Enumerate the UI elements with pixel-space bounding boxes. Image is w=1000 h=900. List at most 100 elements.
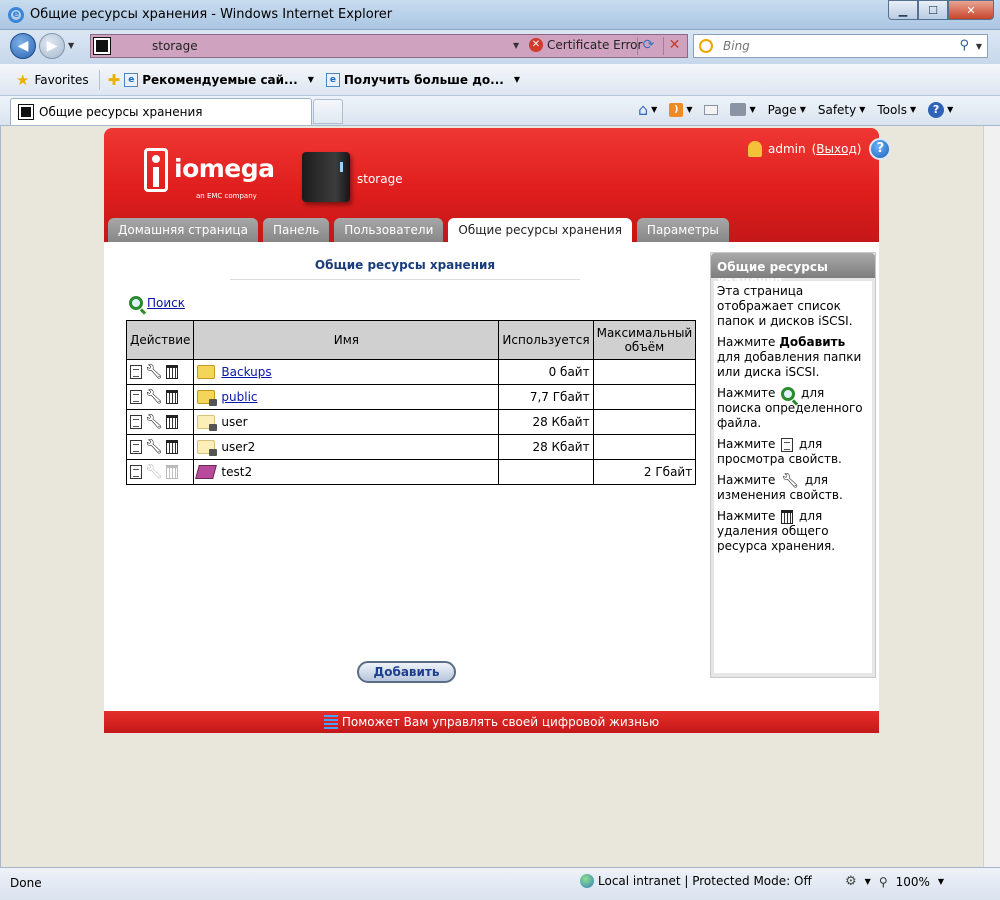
share-name-link[interactable]: public xyxy=(221,390,257,404)
main-nav-tabs: Домашняя страница Панель Пользователи Об… xyxy=(108,218,729,242)
recent-pages-dropdown[interactable]: ▼ xyxy=(68,41,74,50)
main-content: Общие ресурсы хранения Поиск Действие Им… xyxy=(104,242,879,711)
app-footer: Поможет Вам управлять своей цифровой жиз… xyxy=(104,711,879,733)
zoom-level[interactable]: 100% xyxy=(896,875,930,889)
tab-users[interactable]: Пользователи xyxy=(334,218,444,242)
footer-slogan: Поможет Вам управлять своей цифровой жиз… xyxy=(341,715,660,729)
read-mail-button[interactable] xyxy=(704,104,719,115)
refresh-button[interactable]: ⟳ xyxy=(637,37,659,55)
properties-icon[interactable] xyxy=(130,415,142,429)
change-settings-icon[interactable]: ⚙ xyxy=(845,874,857,889)
share-max xyxy=(592,409,697,435)
iomega-logo-mark xyxy=(144,148,168,192)
trash-icon[interactable] xyxy=(165,440,178,454)
close-button[interactable]: ✕ xyxy=(948,0,994,20)
internet-explorer-icon: e xyxy=(8,7,24,23)
logout-paren-close: ) xyxy=(856,142,862,156)
safety-menu[interactable]: Safety ▼ xyxy=(818,103,866,117)
lock-icon xyxy=(209,424,218,431)
user-area: admin (Выход) ? xyxy=(748,138,892,160)
share-used: 0 байт xyxy=(498,359,594,385)
help-text-intro: Эта страница отображает список папок и д… xyxy=(717,284,853,328)
share-name: test2 xyxy=(221,465,253,479)
tab-dashboard[interactable]: Панель xyxy=(262,218,330,242)
properties-icon xyxy=(781,437,794,452)
address-dropdown[interactable]: ▼ xyxy=(513,41,519,50)
wrench-icon[interactable]: 🔧︎ xyxy=(145,365,163,379)
search-options-dropdown[interactable]: ▼ xyxy=(976,42,982,51)
help-button[interactable]: ? xyxy=(869,138,892,160)
print-button[interactable]: ▼ xyxy=(730,103,756,116)
tab-home[interactable]: Домашняя страница xyxy=(108,218,258,242)
status-text: Done xyxy=(10,876,42,890)
column-header-max: Максимальный объём xyxy=(592,320,697,360)
wrench-icon: 🔧︎ xyxy=(145,464,163,480)
home-button[interactable]: ⌂ ▼ xyxy=(638,100,657,119)
page-menu-label: Page xyxy=(767,102,797,117)
window-controls: ▁ ☐ ✕ xyxy=(888,0,994,20)
search-box[interactable]: ⚲ ▼ xyxy=(693,34,988,58)
tab-shared-storage[interactable]: Общие ресурсы хранения xyxy=(448,218,632,242)
share-used: 7,7 Гбайт xyxy=(498,384,594,410)
share-name-link[interactable]: Backups xyxy=(221,365,271,379)
locked-folder-icon xyxy=(197,390,218,406)
properties-icon[interactable] xyxy=(130,365,142,379)
tools-menu[interactable]: Tools ▼ xyxy=(877,103,916,117)
add-button[interactable]: Добавить xyxy=(357,661,456,683)
forward-button[interactable]: ▶ xyxy=(39,33,65,59)
security-zone[interactable]: Local intranet | Protected Mode: Off xyxy=(580,874,812,888)
properties-icon[interactable] xyxy=(130,390,142,404)
add-favorite-icon[interactable]: ✚ xyxy=(108,71,121,89)
print-icon xyxy=(730,103,747,116)
address-field[interactable]: storage ▼ ✕ Certificate Error ⟳ ✕ xyxy=(90,34,688,58)
help-panel: Общие ресурсы хранения Эта страница отоб… xyxy=(710,252,876,678)
trash-icon[interactable] xyxy=(165,365,178,379)
favorites-button[interactable]: ★ Favorites xyxy=(16,71,89,89)
chevron-down-icon[interactable]: ▼ xyxy=(865,877,871,886)
intranet-zone-icon xyxy=(580,874,594,888)
brand-name: iomega xyxy=(174,154,275,183)
properties-icon[interactable] xyxy=(130,465,142,479)
share-used: 28 Кбайт xyxy=(498,409,594,435)
security-zone-label: Local intranet | Protected Mode: Off xyxy=(598,874,812,888)
wrench-icon[interactable]: 🔧︎ xyxy=(145,415,163,429)
zoom-dropdown[interactable]: ▼ xyxy=(938,877,944,886)
rss-icon: ) xyxy=(669,102,684,117)
table-row: 🔧︎ user 28 Кбайт xyxy=(125,409,697,435)
logout-link[interactable]: Выход xyxy=(816,142,856,156)
certificate-error-indicator[interactable]: ✕ Certificate Error xyxy=(529,38,642,52)
username: admin xyxy=(768,142,806,156)
status-bar: Done Local intranet | Protected Mode: Of… xyxy=(0,867,1000,900)
suggested-sites-link[interactable]: ✚ e Рекомендуемые сай... ▼ xyxy=(108,71,314,89)
feeds-button[interactable]: ) ▼ xyxy=(669,102,692,117)
back-button[interactable]: ◀ xyxy=(10,33,36,59)
table-header-row: Действие Имя Используется Максимальный о… xyxy=(125,320,697,360)
app-header: iomega an EMC company storage admin (Вых… xyxy=(104,128,892,242)
help-text-edit: Нажмите 🔧︎ для изменения свойств. xyxy=(717,472,843,502)
wrench-icon[interactable]: 🔧︎ xyxy=(145,440,163,454)
wrench-icon[interactable]: 🔧︎ xyxy=(145,390,163,404)
search-link[interactable]: Поиск xyxy=(129,296,185,310)
trash-icon[interactable] xyxy=(165,390,178,404)
tab-settings[interactable]: Параметры xyxy=(636,218,729,242)
stop-button[interactable]: ✕ xyxy=(663,37,685,55)
page-menu[interactable]: Page ▼ xyxy=(768,103,806,117)
browser-tab[interactable]: Общие ресурсы хранения xyxy=(10,98,312,125)
search-link-label[interactable]: Поиск xyxy=(147,296,185,310)
minimize-button[interactable]: ▁ xyxy=(888,0,918,20)
magnifier-icon xyxy=(129,296,143,310)
trash-icon[interactable] xyxy=(165,415,178,429)
share-max xyxy=(592,434,697,460)
table-row: 🔧︎ test2 2 Гбайт xyxy=(125,459,697,485)
favorites-bar: ★ Favorites ✚ e Рекомендуемые сай... ▼ e… xyxy=(0,64,1000,96)
search-input[interactable] xyxy=(723,39,953,53)
new-tab-button[interactable] xyxy=(313,99,343,124)
maximize-button[interactable]: ☐ xyxy=(918,0,948,20)
url-text[interactable]: storage xyxy=(152,39,198,53)
vertical-scrollbar[interactable] xyxy=(983,126,1000,867)
browser-tab-bar: Общие ресурсы хранения ⌂ ▼ ) ▼ ▼ Page ▼ Saf… xyxy=(0,96,1000,126)
search-icon[interactable]: ⚲ xyxy=(959,38,969,53)
get-more-addons-link[interactable]: e Получить больше до... ▼ xyxy=(325,72,520,87)
help-menu[interactable]: ? ▼ xyxy=(928,101,953,118)
properties-icon[interactable] xyxy=(130,440,142,454)
